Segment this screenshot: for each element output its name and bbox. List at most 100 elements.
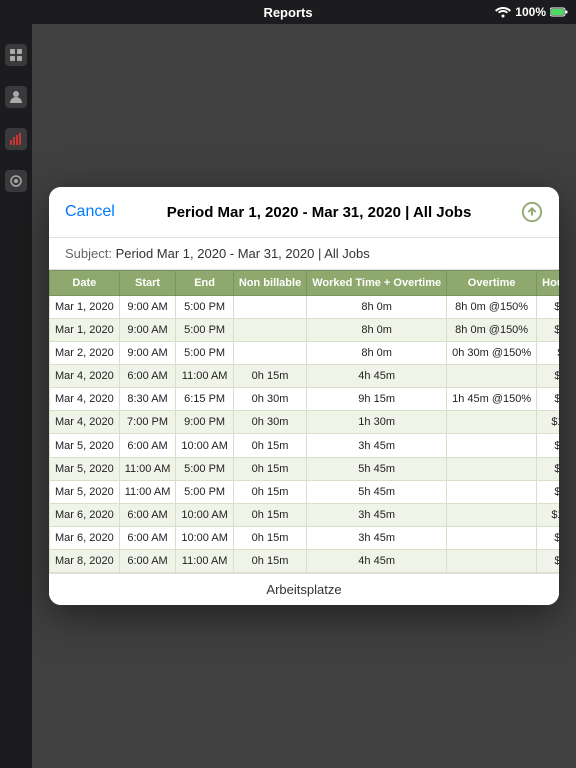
- table-row: Mar 1, 20209:00 AM5:00 PM8h 0m8h 0m @150…: [50, 296, 560, 319]
- table-cell: 8h 0m @150%: [447, 319, 537, 342]
- sidebar-icon-2[interactable]: [5, 86, 27, 108]
- table-cell: 10:00 AM: [176, 527, 233, 550]
- col-header-hourly: Hourly rate: [537, 271, 559, 296]
- table-cell: 3h 45m: [307, 527, 447, 550]
- table-cell: 6:00 AM: [119, 527, 176, 550]
- table-cell: $40.00: [537, 365, 559, 388]
- table-cell: 11:00 AM: [176, 550, 233, 573]
- table-cell: 11:00 AM: [119, 481, 176, 504]
- table-cell: 4h 45m: [307, 550, 447, 573]
- table-cell: 3h 45m: [307, 434, 447, 458]
- table-body: Mar 1, 20209:00 AM5:00 PM8h 0m8h 0m @150…: [50, 296, 560, 573]
- table-cell: Mar 6, 2020: [50, 527, 120, 550]
- table-cell: 6:00 AM: [119, 365, 176, 388]
- table-cell: 0h 30m: [233, 411, 306, 434]
- table-cell: 5h 45m: [307, 481, 447, 504]
- table-cell: $22.00: [537, 319, 559, 342]
- status-bar-title: Reports: [263, 5, 312, 20]
- table-row: Mar 1, 20209:00 AM5:00 PM 8h 0m8h 0m @150…: [50, 319, 560, 342]
- table-cell: $26.00: [537, 481, 559, 504]
- table-cell: $46.00: [537, 550, 559, 573]
- table-cell: Mar 1, 2020: [50, 296, 120, 319]
- table-cell: Mar 5, 2020: [50, 458, 120, 481]
- table-cell: 9:00 PM: [176, 411, 233, 434]
- status-bar: Reports 100%: [0, 0, 576, 24]
- subject-value: Period Mar 1, 2020 - Mar 31, 2020 | All …: [116, 246, 370, 261]
- table-cell: Mar 4, 2020: [50, 411, 120, 434]
- table-cell: 0h 15m: [233, 458, 306, 481]
- table-cell: 7:00 PM: [119, 411, 176, 434]
- share-icon: [521, 201, 543, 223]
- table-cell: [447, 527, 537, 550]
- table-cell: 5:00 PM: [176, 481, 233, 504]
- subject-bar: Subject: Period Mar 1, 2020 - Mar 31, 20…: [49, 238, 559, 270]
- table-row: Mar 4, 20208:30 AM6:15 PM0h 30m9h 15m1h …: [50, 388, 560, 411]
- table-cell: 5:00 PM: [176, 458, 233, 481]
- table-cell: Mar 4, 2020: [50, 388, 120, 411]
- table-cell: 5h 45m: [307, 458, 447, 481]
- share-icon-container[interactable]: [513, 201, 543, 223]
- wifi-icon: [495, 6, 511, 18]
- table-cell: [233, 342, 306, 365]
- table-cell: 0h 15m: [233, 550, 306, 573]
- table-cell: Mar 5, 2020: [50, 481, 120, 504]
- table-cell: 11:00 AM: [176, 365, 233, 388]
- table-cell: 8h 0m: [307, 296, 447, 319]
- table-cell: Mar 5, 2020: [50, 434, 120, 458]
- table-cell: 6:15 PM: [176, 388, 233, 411]
- table-cell: 0h 15m: [233, 481, 306, 504]
- sidebar-icon-4[interactable]: [5, 170, 27, 192]
- table-cell: 0h 15m: [233, 365, 306, 388]
- table-cell: 1h 30m: [307, 411, 447, 434]
- table-cell: 10:00 AM: [176, 504, 233, 527]
- table-cell: $130.00: [537, 504, 559, 527]
- table-cell: 6:00 AM: [119, 550, 176, 573]
- table-row: Mar 5, 202011:00 AM5:00 PM0h 15m5h 45m $2…: [50, 481, 560, 504]
- sidebar-icon-3[interactable]: [5, 128, 27, 150]
- table-cell: Mar 4, 2020: [50, 365, 120, 388]
- table-cell: [447, 458, 537, 481]
- table-container[interactable]: Date Start End Non billable Worked Time …: [49, 270, 559, 573]
- table-cell: [447, 504, 537, 527]
- cancel-button[interactable]: Cancel: [65, 203, 125, 221]
- battery-icon: [550, 7, 568, 17]
- table-cell: 5:00 PM: [176, 319, 233, 342]
- bottom-bar-label: Arbeitsplatze: [266, 582, 341, 597]
- subject-label: Subject:: [65, 246, 112, 261]
- table-row: Mar 6, 20206:00 AM10:00 AM0h 15m3h 45m$2…: [50, 527, 560, 550]
- table-cell: [447, 411, 537, 434]
- table-cell: Mar 1, 2020: [50, 319, 120, 342]
- table-cell: $1.00: [537, 342, 559, 365]
- table-cell: 3h 45m: [307, 504, 447, 527]
- table-row: Mar 5, 20206:00 AM10:00 AM0h 15m3h 45m$2…: [50, 434, 560, 458]
- sidebar: [0, 24, 32, 768]
- col-header-overtime: Overtime: [447, 271, 537, 296]
- modal-title: Period Mar 1, 2020 - Mar 31, 2020 | All …: [125, 204, 513, 221]
- table-cell: $45.00: [537, 388, 559, 411]
- col-header-date: Date: [50, 271, 120, 296]
- table-row: Mar 4, 20207:00 PM9:00 PM0h 30m1h 30m$16…: [50, 411, 560, 434]
- table-cell: 5:00 PM: [176, 342, 233, 365]
- table-cell: 9:00 AM: [119, 296, 176, 319]
- sidebar-icon-1[interactable]: [5, 44, 27, 66]
- table-cell: [447, 365, 537, 388]
- table-cell: 11:00 AM: [119, 458, 176, 481]
- table-cell: 10:00 AM: [176, 434, 233, 458]
- table-cell: [447, 481, 537, 504]
- col-header-end: End: [176, 271, 233, 296]
- table-header-row: Date Start End Non billable Worked Time …: [50, 271, 560, 296]
- table-cell: $26.00: [537, 434, 559, 458]
- table-cell: 6:00 AM: [119, 434, 176, 458]
- table-cell: Mar 2, 2020: [50, 342, 120, 365]
- table-row: Mar 6, 20206:00 AM10:00 AM0h 15m3h 45m$1…: [50, 504, 560, 527]
- table-cell: 0h 30m: [233, 388, 306, 411]
- table-cell: [233, 319, 306, 342]
- table-cell: 8h 0m: [307, 319, 447, 342]
- data-table: Date Start End Non billable Worked Time …: [49, 270, 559, 573]
- table-cell: 9:00 AM: [119, 342, 176, 365]
- table-cell: 8h 0m: [307, 342, 447, 365]
- table-cell: 6:00 AM: [119, 504, 176, 527]
- table-cell: 5:00 PM: [176, 296, 233, 319]
- table-cell: 9:00 AM: [119, 319, 176, 342]
- table-cell: [447, 550, 537, 573]
